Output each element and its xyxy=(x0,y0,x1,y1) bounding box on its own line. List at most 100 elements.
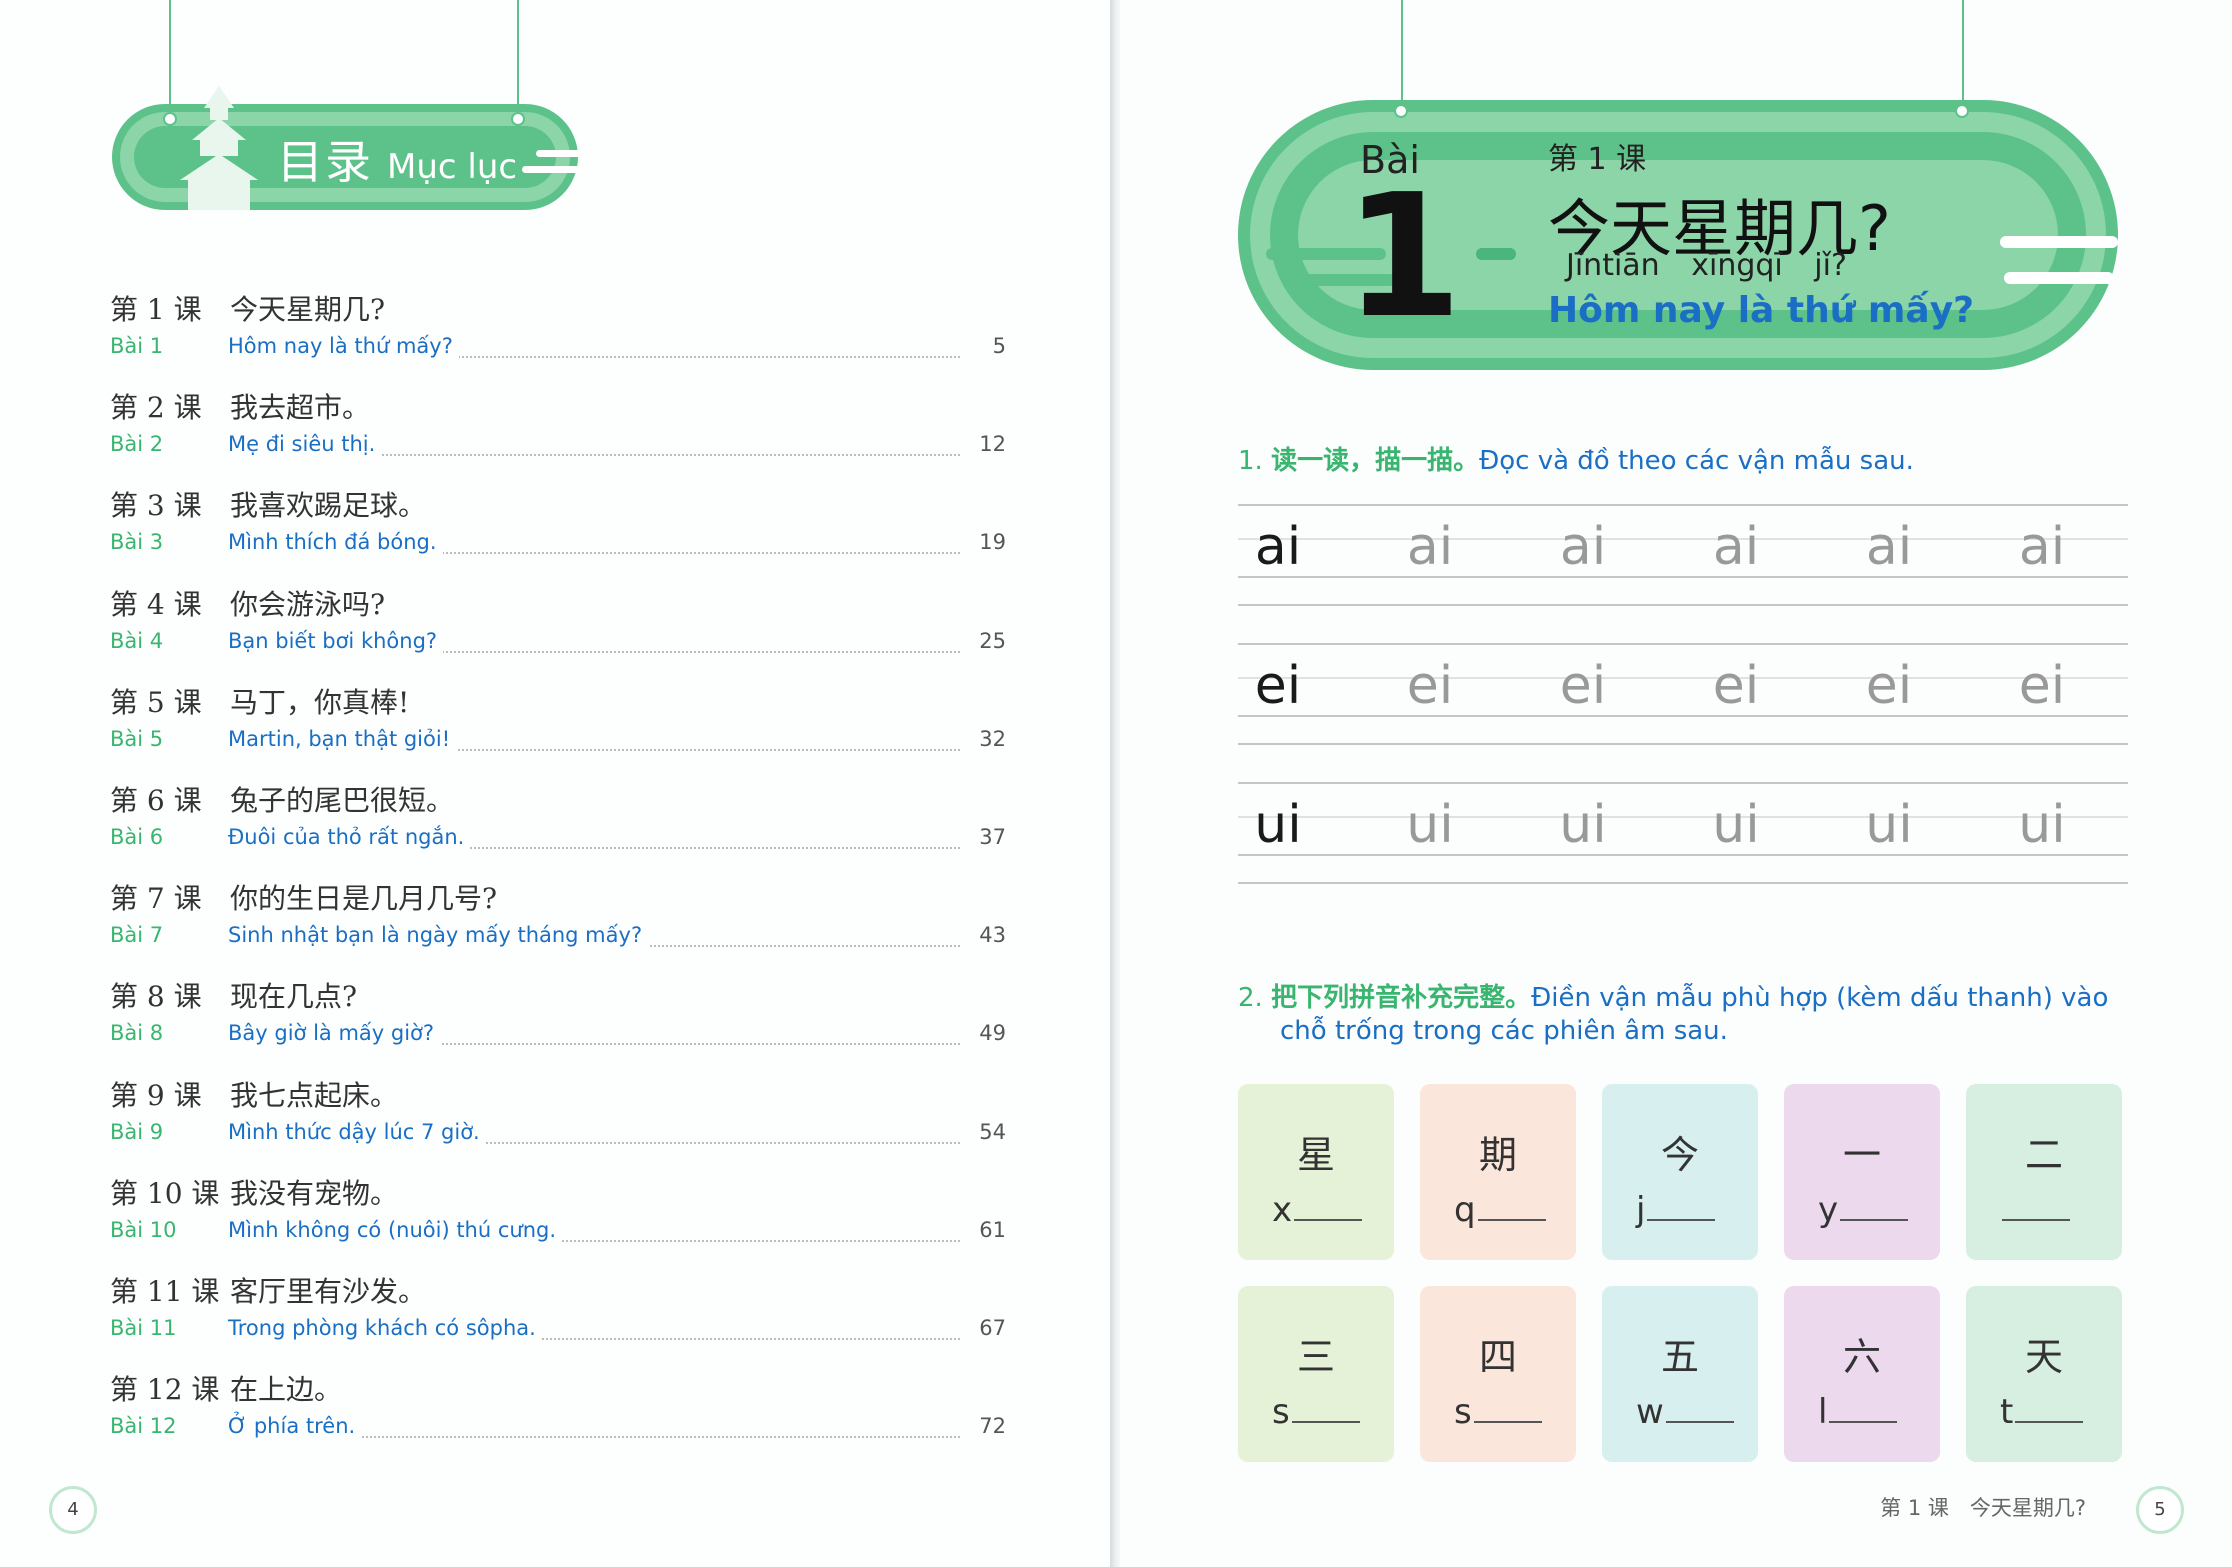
trace-vowel[interactable]: ai xyxy=(1390,517,1470,577)
toc-vn-title: Mình thức dậy lúc 7 giờ. xyxy=(228,1119,486,1144)
answer-blank[interactable] xyxy=(1840,1193,1909,1221)
hanging-string xyxy=(169,0,171,116)
toc-entry[interactable]: 第 9 课我七点起床。 Bài 9 Mình thức dậy lúc 7 giờ.… xyxy=(110,1074,1006,1172)
card-character: 四 xyxy=(1478,1335,1517,1379)
card-initial: w xyxy=(1636,1392,1664,1432)
toc-vn-title: Trong phòng khách có sôpha. xyxy=(228,1316,542,1340)
hanging-string xyxy=(1962,0,1964,108)
answer-blank[interactable] xyxy=(2015,1395,2084,1423)
trace-vowel[interactable]: ai xyxy=(1849,517,1929,577)
pinyin-card: 今j xyxy=(1602,1084,1758,1260)
hanging-string xyxy=(517,0,519,116)
toc-vn-title: Đuôi của thỏ rất ngắn. xyxy=(228,825,471,849)
answer-blank[interactable] xyxy=(1473,1395,1542,1423)
trace-vowel[interactable]: ei xyxy=(1390,656,1470,716)
card-character: 六 xyxy=(1842,1335,1881,1379)
toc-cn-number: 第 5 课 xyxy=(110,685,202,719)
answer-blank[interactable] xyxy=(1829,1395,1898,1423)
guide-line xyxy=(1238,743,2128,745)
toc-vn-title: Ở phía trên. xyxy=(228,1414,362,1439)
card-initial: y xyxy=(1818,1190,1839,1230)
left-page: 目录 Mục lục 第 1 课今天星期几? Bài 1 Hôm nay là thứ… xyxy=(0,0,1110,1567)
trace-vowel[interactable]: ei xyxy=(1696,656,1776,716)
trace-vowel[interactable]: ui xyxy=(1390,795,1470,855)
toc-vn-title: Martin, bạn thật giỏi! xyxy=(228,726,457,751)
toc-cn-title: 在上边。 xyxy=(230,1373,343,1407)
guide-line xyxy=(1238,538,2128,540)
trace-vowel[interactable]: ei xyxy=(1849,656,1929,716)
toc-vn-title: Bạn biết bơi không? xyxy=(228,628,444,653)
trace-vowel[interactable]: ui xyxy=(1696,795,1776,855)
pinyin-card: 四s xyxy=(1420,1286,1576,1462)
trace-vowel[interactable]: ui xyxy=(1543,795,1623,855)
toc-vn-title: Mẹ đi siêu thị. xyxy=(228,432,382,457)
toc-entry[interactable]: 第 1 课今天星期几? Bài 1 Hôm nay là thứ mấy? 5 xyxy=(110,288,1006,386)
answer-blank[interactable] xyxy=(1477,1193,1546,1221)
card-initial: l xyxy=(1818,1392,1828,1432)
card-character: 二 xyxy=(2024,1133,2063,1177)
toc-cn-number: 第 8 课 xyxy=(110,980,202,1014)
decor-wave xyxy=(1476,248,1516,260)
toc-cn-number: 第 2 课 xyxy=(110,391,202,425)
guide-line xyxy=(1238,677,2128,679)
toc-cn-number: 第 11 课 xyxy=(110,1275,220,1308)
model-vowel: ai xyxy=(1254,517,1302,577)
toc-vn-number: Bài 3 xyxy=(110,530,164,555)
toc-page-number: 67 xyxy=(979,1316,1006,1340)
toc-page-number: 37 xyxy=(979,825,1006,849)
pinyin-card: 期q xyxy=(1420,1084,1576,1260)
guide-line xyxy=(1238,854,2128,856)
trace-vowel[interactable]: ai xyxy=(1543,517,1623,577)
toc-banner: 目录 Mục lục xyxy=(112,86,588,210)
toc-page-number: 12 xyxy=(979,432,1006,457)
trace-vowel[interactable]: ai xyxy=(2002,517,2082,577)
toc-entry[interactable]: 第 6 课兔子的尾巴很短。 Bài 6 Đuôi của thỏ rất ngắn.… xyxy=(110,779,1006,877)
pinyin-card: 一y xyxy=(1784,1084,1940,1260)
trace-vowel[interactable]: ai xyxy=(1696,517,1776,577)
writing-row: ei ei ei ei ei ei xyxy=(1238,643,2128,745)
toc-cn-title: 客厅里有沙发。 xyxy=(230,1275,427,1308)
toc-entry[interactable]: 第 7 课你的生日是几月几号? Bài 7 Sinh nhật bạn là ngà… xyxy=(110,877,1006,975)
right-page: Bài 1 第 1 课 今天星期几? Jīntiān xīngqī jǐ? Hô… xyxy=(1120,0,2232,1567)
toc-vn-title: Hôm nay là thứ mấy? xyxy=(228,334,459,358)
card-initial: x xyxy=(1272,1190,1293,1230)
toc-entry[interactable]: 第 8 课现在几点? Bài 8 Bây giờ là mấy giờ? 49 xyxy=(110,975,1006,1073)
pinyin-card: 三s xyxy=(1238,1286,1394,1462)
answer-blank[interactable] xyxy=(1294,1193,1363,1221)
toc-entry[interactable]: 第 4 课你会游泳吗? Bài 4 Bạn biết bơi không? 25 xyxy=(110,583,1006,681)
exercise-2-title-vn: Điền vận mẫu phù hợp (kèm dấu thanh) vào xyxy=(1531,983,2109,1013)
answer-blank[interactable] xyxy=(2002,1193,2070,1221)
answer-blank[interactable] xyxy=(1291,1395,1360,1423)
trace-vowel[interactable]: ei xyxy=(1543,656,1623,716)
guide-line xyxy=(1238,504,2128,506)
toc-entry[interactable]: 第 10 课我没有宠物。 Bài 10 Mình không có (nuôi) t… xyxy=(110,1172,1006,1270)
trace-vowel[interactable]: ui xyxy=(1849,795,1929,855)
toc-page-number: 49 xyxy=(979,1021,1006,1046)
toc-entry[interactable]: 第 11 课客厅里有沙发。 Bài 11 Trong phòng khách có … xyxy=(110,1270,1006,1368)
pinyin-card: 六l xyxy=(1784,1286,1940,1462)
answer-blank[interactable] xyxy=(1647,1193,1716,1221)
toc-cn-title: 我七点起床。 xyxy=(230,1078,399,1112)
card-character: 一 xyxy=(1842,1133,1881,1177)
toc-vn-number: Bài 1 xyxy=(110,334,164,358)
card-character: 天 xyxy=(2024,1335,2063,1379)
trace-vowel[interactable]: ui xyxy=(2002,795,2082,855)
answer-blank[interactable] xyxy=(1665,1395,1734,1423)
toc-title: 目录 Mục lục xyxy=(277,126,517,192)
toc-cn-title: 兔子的尾巴很短。 xyxy=(230,784,455,817)
decor-wave xyxy=(2004,272,2114,284)
toc-vn-title: Sinh nhật bạn là ngày mấy tháng mấy? xyxy=(228,923,649,948)
decor-wave xyxy=(2000,236,2118,248)
toc-entry[interactable]: 第 2 课我去超市。 Bài 2 Mẹ đi siêu thị. 12 xyxy=(110,386,1006,484)
card-character: 今 xyxy=(1660,1133,1699,1177)
guide-line xyxy=(1238,576,2128,578)
toc-cn-number: 第 6 课 xyxy=(110,784,202,817)
trace-vowel[interactable]: ei xyxy=(2002,656,2082,716)
toc-entry[interactable]: 第 5 课马丁，你真棒! Bài 5 Martin, bạn thật giỏi! 3… xyxy=(110,681,1006,779)
pinyin-card: 星x xyxy=(1238,1084,1394,1260)
toc-entry[interactable]: 第 12 课在上边。 Bài 12 Ở phía trên. 72 xyxy=(110,1368,1006,1466)
toc-cn-title: 我没有宠物。 xyxy=(230,1176,399,1210)
toc-entry[interactable]: 第 3 课我喜欢踢足球。 Bài 3 Mình thích đá bóng. 19 xyxy=(110,484,1006,582)
toc-page-number: 54 xyxy=(979,1119,1006,1144)
toc-cn-number: 第 7 课 xyxy=(110,882,202,916)
